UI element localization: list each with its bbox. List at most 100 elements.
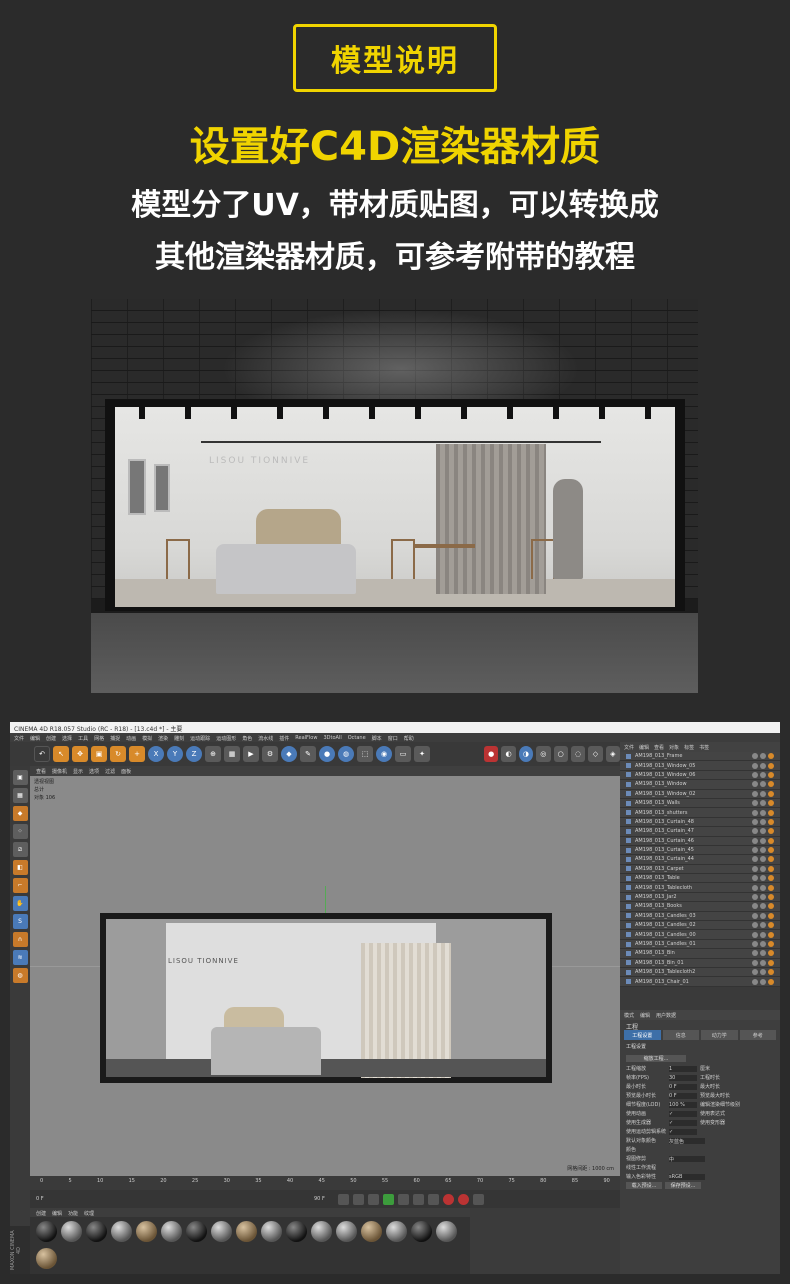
scene-icon[interactable]: ◉: [376, 746, 392, 762]
material-tag-icon[interactable]: [752, 941, 758, 947]
render-view-icon[interactable]: ▶: [243, 746, 259, 762]
load-preset-button[interactable]: 载入预设...: [626, 1182, 662, 1189]
material-menu-item[interactable]: 编辑: [52, 1210, 62, 1217]
material-menu-item[interactable]: 创建: [36, 1210, 46, 1217]
add-icon[interactable]: +: [129, 746, 145, 762]
material-tag-icon[interactable]: [768, 809, 774, 816]
default-color-select[interactable]: 灰蓝色: [669, 1137, 705, 1145]
light-probe-icon[interactable]: ◇: [588, 746, 603, 762]
cube-icon[interactable]: ◆: [281, 746, 297, 762]
object-menu-item[interactable]: 标签: [684, 744, 694, 751]
attribute-value[interactable]: ✓: [669, 1110, 697, 1117]
material-tag-icon[interactable]: [768, 941, 774, 947]
material-tag-icon[interactable]: [760, 771, 766, 778]
magnet-icon[interactable]: ∩: [12, 932, 28, 947]
coordinate-icon[interactable]: ⊕: [205, 746, 221, 762]
material-swatch[interactable]: [336, 1221, 357, 1242]
lock-icon[interactable]: ◍: [12, 968, 28, 983]
timeline-ruler[interactable]: 0 5 10 15 20 25 30 35 40 45 50 55 60 65 70 75 80 85 90: [30, 1176, 620, 1190]
material-tag-icon[interactable]: [760, 894, 766, 901]
material-tag-icon[interactable]: [752, 856, 758, 863]
deformer-icon[interactable]: ⬚: [357, 746, 373, 762]
attribute-menu-item[interactable]: 用户数据: [656, 1012, 676, 1019]
material-tag-icon[interactable]: [768, 771, 774, 778]
material-tag-icon[interactable]: [760, 922, 766, 929]
move-icon[interactable]: ✥: [72, 746, 88, 762]
material-tag-icon[interactable]: [768, 828, 774, 835]
material-tag-icon[interactable]: [752, 790, 758, 797]
viewport-menu-item[interactable]: 查看: [36, 768, 46, 775]
material-tag-icon[interactable]: [760, 847, 766, 854]
menu-item[interactable]: 工具: [78, 735, 88, 742]
attribute-value[interactable]: ✓: [669, 1128, 697, 1135]
material-tag-icon[interactable]: [752, 809, 758, 816]
attribute-value[interactable]: 0 F: [669, 1092, 697, 1099]
object-row[interactable]: AM198_013_Window: [620, 780, 780, 790]
material-tag-icon[interactable]: [768, 781, 774, 788]
material-tag-icon[interactable]: [760, 753, 766, 760]
menu-item[interactable]: 插件: [279, 735, 289, 742]
object-row[interactable]: AM198_013_Carpet: [620, 864, 780, 875]
points-mode-icon[interactable]: ⁘: [12, 824, 28, 839]
material-tag-icon[interactable]: [768, 931, 774, 938]
scale-icon[interactable]: ▣: [91, 746, 107, 762]
prev-frame-icon[interactable]: [368, 1193, 379, 1205]
material-tag-icon[interactable]: [768, 818, 774, 825]
material-swatch[interactable]: [61, 1221, 82, 1242]
play-icon[interactable]: [383, 1193, 394, 1205]
material-tag-icon[interactable]: [768, 884, 774, 891]
select-icon[interactable]: ↖: [53, 746, 69, 762]
viewport-menu-item[interactable]: 面板: [121, 768, 131, 775]
material-tag-icon[interactable]: [752, 903, 758, 910]
go-to-end-icon[interactable]: [428, 1193, 439, 1205]
menu-item[interactable]: 动画: [126, 735, 136, 742]
attribute-value[interactable]: ✓: [669, 1119, 697, 1126]
object-row[interactable]: AM198_013_Candles_03: [620, 911, 780, 922]
material-tag-icon[interactable]: [760, 941, 766, 947]
material-tag-icon[interactable]: [768, 865, 774, 872]
record-key-icon[interactable]: [443, 1193, 454, 1205]
material-tag-icon[interactable]: [768, 790, 774, 797]
menu-item[interactable]: 运动跟踪: [190, 735, 210, 742]
material-swatch[interactable]: [136, 1221, 157, 1242]
object-row[interactable]: AM198_013_Tablecloth: [620, 883, 780, 893]
menu-item[interactable]: RealFlow: [295, 735, 317, 741]
material-tag-icon[interactable]: [752, 884, 758, 891]
object-row[interactable]: AM198_013_Jar2: [620, 892, 780, 903]
material-tag-icon[interactable]: [760, 903, 766, 910]
axis-mode-icon[interactable]: ⌐: [12, 878, 28, 893]
material-icon[interactable]: ◎: [536, 746, 551, 762]
material-tag-icon[interactable]: [768, 847, 774, 854]
tweak-icon[interactable]: ✋: [12, 896, 28, 911]
attribute-value[interactable]: 100 %: [669, 1101, 697, 1108]
material-tag-icon[interactable]: [760, 818, 766, 825]
auto-key-icon[interactable]: [458, 1193, 469, 1205]
material-tag-icon[interactable]: [760, 837, 766, 844]
input-color-select[interactable]: sRGB: [669, 1173, 705, 1180]
material-swatch[interactable]: [36, 1221, 57, 1242]
material-tag-icon[interactable]: [760, 969, 766, 976]
material-tag-icon[interactable]: [768, 800, 774, 807]
object-row[interactable]: AM198_013_Books: [620, 902, 780, 912]
material-tag-icon[interactable]: [768, 856, 774, 863]
texture-icon[interactable]: ◈: [605, 746, 620, 762]
material-tag-icon[interactable]: [752, 818, 758, 825]
menu-item[interactable]: Octane: [348, 735, 366, 741]
viewport-menu-item[interactable]: 过滤: [105, 768, 115, 775]
material-tag-icon[interactable]: [752, 771, 758, 778]
scene-model[interactable]: LISOU TIONNIVE: [100, 913, 552, 1083]
nurbs-icon[interactable]: ●: [319, 746, 335, 762]
material-tag-icon[interactable]: [760, 884, 766, 891]
object-row[interactable]: AM198_013_Curtain_47: [620, 827, 780, 837]
material-tag-icon[interactable]: [752, 837, 758, 844]
material-tag-icon[interactable]: [768, 762, 774, 769]
material-tag-icon[interactable]: [752, 781, 758, 788]
object-row[interactable]: AM198_013_Candles_02: [620, 921, 780, 931]
material-tag-icon[interactable]: [752, 875, 758, 882]
snap-icon[interactable]: S: [12, 914, 28, 929]
object-row[interactable]: AM198_013_Curtain_46: [620, 836, 780, 846]
frame-start[interactable]: 0 F: [36, 1196, 66, 1202]
material-tag-icon[interactable]: [760, 875, 766, 882]
material-tag-icon[interactable]: [760, 762, 766, 769]
viewport-menu-item[interactable]: 选项: [89, 768, 99, 775]
